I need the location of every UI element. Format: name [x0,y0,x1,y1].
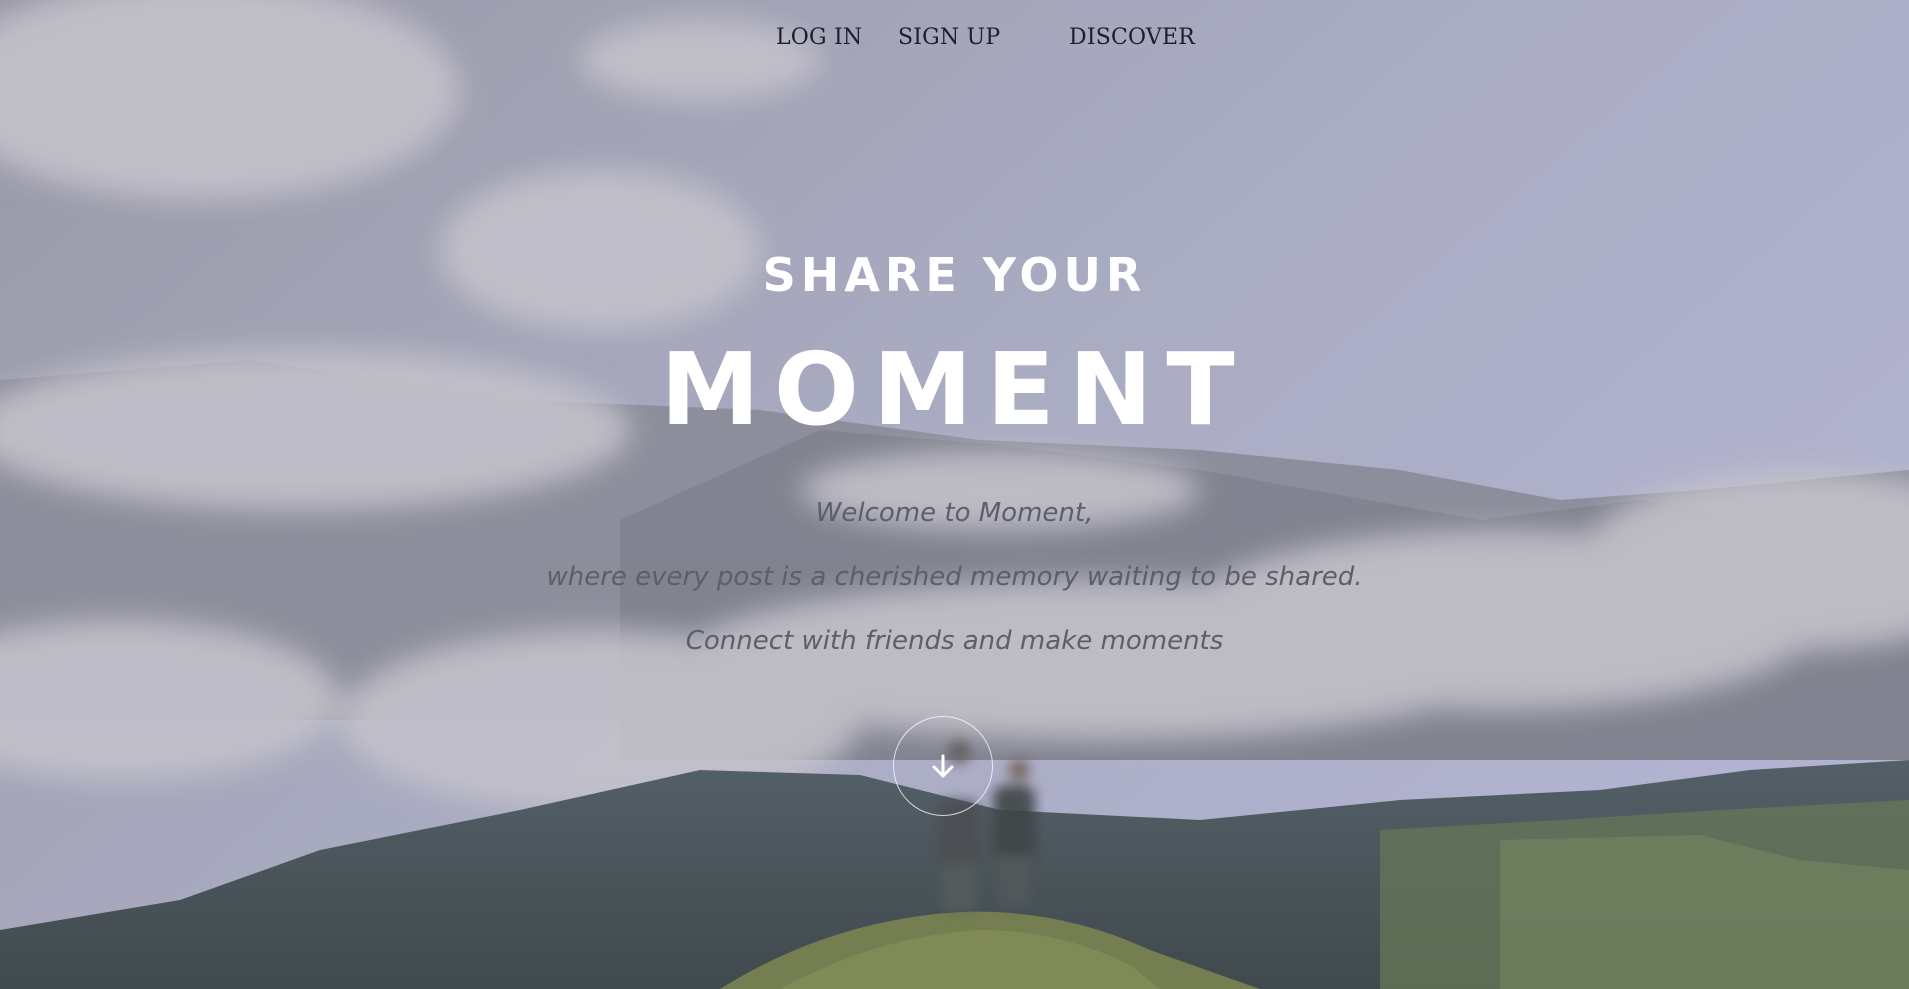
scroll-down-button[interactable] [893,716,993,816]
tagline-line-3: Connect with friends and make moments [685,626,1224,656]
signup-link[interactable]: SIGN UP [898,25,1000,50]
hero-background-image [0,0,1909,989]
headline-small: SHARE YOUR [762,248,1147,302]
top-nav: LOG IN SIGN UP DISCOVER [0,25,1909,59]
login-link[interactable]: LOG IN [776,25,862,50]
hero-section: LOG IN SIGN UP DISCOVER SHARE YOUR MOMEN… [0,0,1909,989]
arrow-down-icon [932,754,954,778]
headline-main: MOMENT [660,331,1249,448]
discover-link[interactable]: DISCOVER [1069,25,1195,50]
tagline-line-1: Welcome to Moment, [815,498,1094,528]
tagline-line-2: where every post is a cherished memory w… [546,562,1363,592]
